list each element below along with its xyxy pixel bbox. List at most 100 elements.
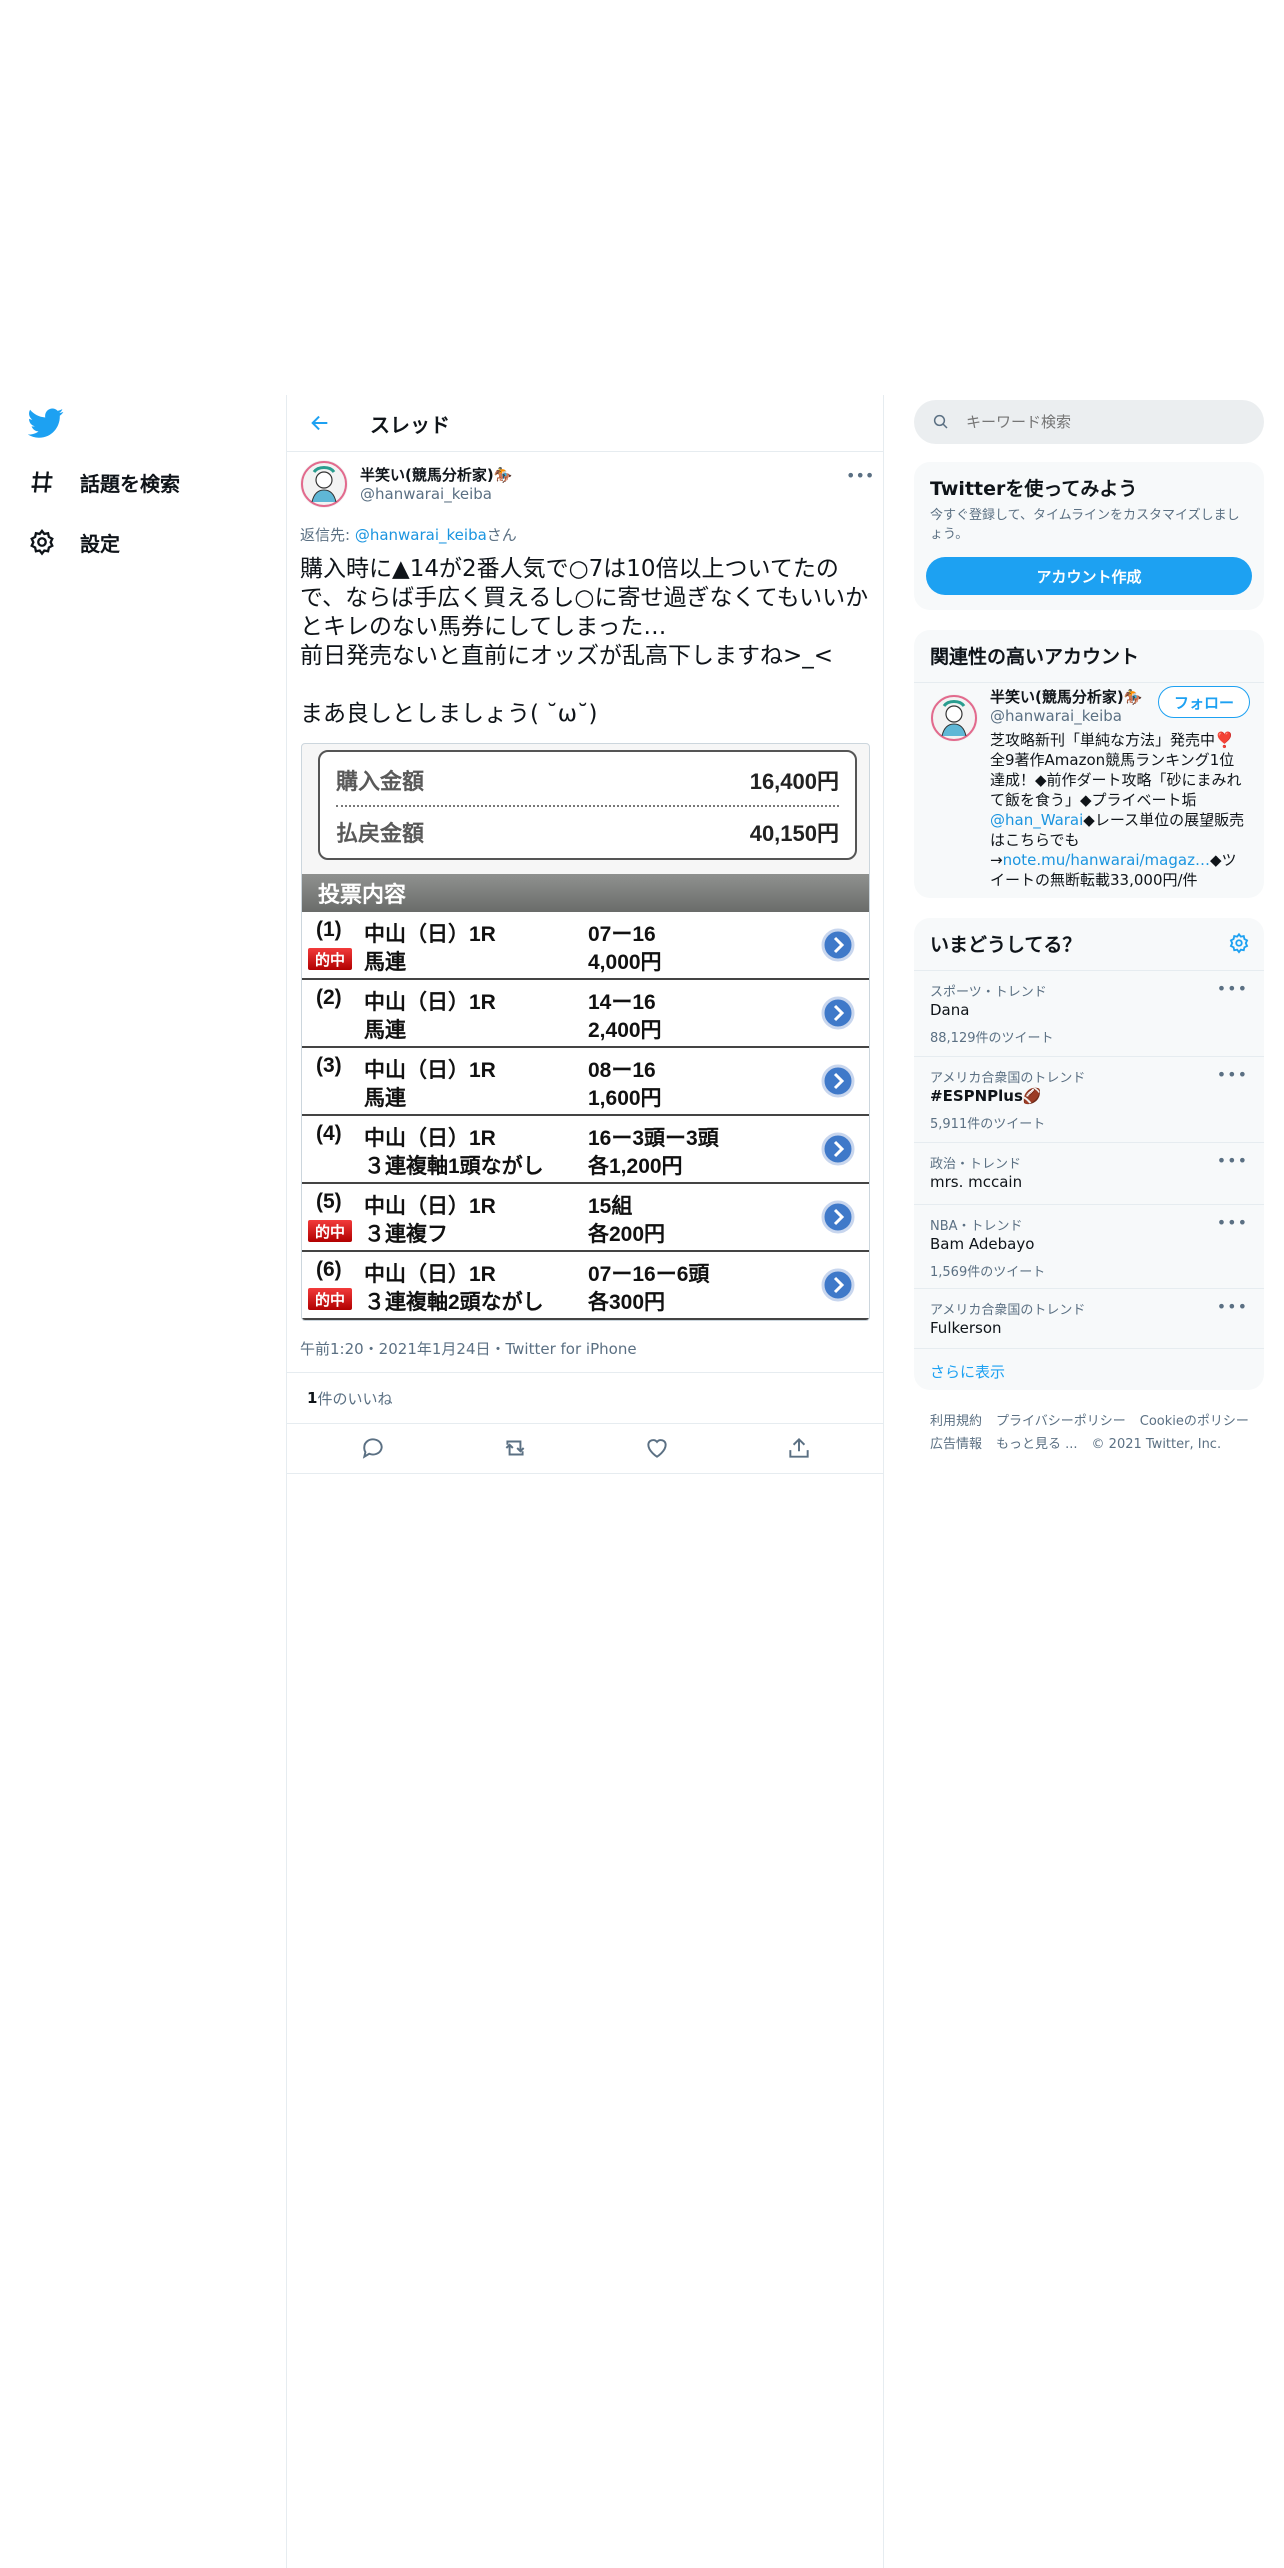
trend-item[interactable]: アメリカ合衆国のトレンド ••• Fulkerson — [914, 1288, 1264, 1349]
trend-name: Fulkerson — [930, 1319, 1002, 1337]
tweet-actions — [287, 1423, 883, 1474]
heart-icon[interactable] — [644, 1435, 670, 1461]
bet-amount: 4,000円 — [588, 951, 662, 974]
like-count: 1 — [307, 1389, 318, 1407]
nav-explore[interactable]: 話題を検索 — [28, 462, 180, 502]
payout-amount: 40,150円 — [749, 821, 839, 846]
bet-combination: 16ー3頭ー3頭 — [588, 1127, 719, 1150]
back-button[interactable] — [300, 403, 340, 443]
tweet-image-ticket[interactable]: 購入金額 16,400円 払戻金額 40,150円 投票内容 (1) 的中 中山… — [301, 743, 870, 1321]
more-options-icon[interactable]: ••• — [846, 466, 874, 485]
trends-card: いまどうしてる？ スポーツ・トレンド ••• Dana 88,129件のツイート… — [914, 918, 1264, 1390]
search-bar[interactable] — [914, 400, 1264, 444]
footer-cookie-link[interactable]: Cookieのポリシー — [1140, 1414, 1249, 1429]
purchase-amount: 16,400円 — [749, 769, 839, 794]
bet-race: 中山（日）1R — [364, 923, 496, 946]
chevron-right-circle-icon[interactable] — [821, 928, 855, 962]
tweet-text: 購入時に▲14が2番人気で○7は10倍以上ついてたので、ならば手広く買えるし○に… — [300, 556, 869, 727]
author-name[interactable]: 半笑い(競馬分析家)🏇 — [360, 464, 512, 485]
chevron-right-circle-icon[interactable] — [821, 1268, 855, 1302]
bet-index: (3) — [316, 1054, 342, 1077]
hit-badge: 的中 — [308, 1288, 352, 1310]
show-more-link[interactable]: さらに表示 — [914, 1348, 1264, 1391]
footer-ads-link[interactable]: 広告情報 — [930, 1437, 982, 1452]
search-icon — [933, 414, 948, 429]
bio-mention-link[interactable]: @han_Warai — [990, 811, 1083, 829]
bio-url-link[interactable]: note.mu/hanwarai/magaz… — [1003, 851, 1210, 869]
gear-icon[interactable] — [1228, 932, 1250, 954]
signup-card: Twitterを使ってみよう 今すぐ登録して、タイムラインをカスタマイズしましょ… — [914, 462, 1264, 610]
bet-type: 馬連 — [364, 1019, 406, 1042]
bet-amount: 各1,200円 — [588, 1155, 683, 1178]
reply-to-link[interactable]: @hanwarai_keiba — [355, 526, 487, 544]
chevron-right-circle-icon[interactable] — [821, 1064, 855, 1098]
bet-section-heading: 投票内容 — [302, 874, 869, 912]
trend-count: 88,129件のツイート — [930, 1031, 1054, 1046]
trend-context: 政治・トレンド — [930, 1157, 1022, 1172]
reply-suffix: さん — [486, 526, 517, 544]
share-icon[interactable] — [786, 1435, 812, 1461]
author-avatar[interactable] — [300, 460, 348, 508]
trend-item[interactable]: アメリカ合衆国のトレンド ••• #ESPNPlus🏈 5,911件のツイート — [914, 1056, 1264, 1143]
search-input[interactable] — [964, 412, 1248, 432]
bet-combination: 07ー16 — [588, 923, 656, 946]
trend-name: Dana — [930, 1001, 970, 1019]
related-title: 関連性の高いアカウント — [930, 646, 1140, 668]
bet-amount: 1,600円 — [588, 1087, 662, 1110]
signup-description: 今すぐ登録して、タイムラインをカスタマイズしましょう。 — [930, 508, 1240, 542]
bet-race: 中山（日）1R — [364, 991, 496, 1014]
create-account-button[interactable]: アカウント作成 — [926, 557, 1252, 595]
chevron-right-circle-icon[interactable] — [821, 1200, 855, 1234]
bet-index: (6) — [316, 1258, 342, 1281]
more-options-icon[interactable]: ••• — [1217, 979, 1248, 998]
trend-name: #ESPNPlus🏈 — [930, 1087, 1042, 1105]
nav-settings[interactable]: 設定 — [28, 522, 120, 562]
bet-row: (1) 的中 中山（日）1R 馬連 07ー16 4,000円 — [302, 912, 869, 980]
footer-terms-link[interactable]: 利用規約 — [930, 1414, 982, 1429]
card-divider — [914, 682, 1264, 683]
bio-text: 芝攻略新刊「単純な方法」発売中❣️全9著作Amazon競馬ランキング1位達成！◆… — [990, 731, 1242, 809]
footer-more-link[interactable]: もっと見る ... — [996, 1437, 1078, 1452]
bet-combination: 08ー16 — [588, 1059, 656, 1082]
related-avatar[interactable] — [930, 694, 978, 742]
chevron-right-circle-icon[interactable] — [821, 996, 855, 1030]
related-accounts-card: 関連性の高いアカウント 半笑い(競馬分析家)🏇 @hanwarai_keiba … — [914, 630, 1264, 898]
reply-icon[interactable] — [360, 1435, 386, 1461]
footer-privacy-link[interactable]: プライバシーポリシー — [996, 1414, 1126, 1429]
bet-race: 中山（日）1R — [364, 1263, 496, 1286]
related-handle[interactable]: @hanwarai_keiba — [990, 707, 1122, 725]
trend-item[interactable]: スポーツ・トレンド ••• Dana 88,129件のツイート — [914, 970, 1264, 1057]
footer-copyright: © 2021 Twitter, Inc. — [1091, 1437, 1222, 1452]
trend-context: NBA・トレンド — [930, 1219, 1023, 1234]
related-name[interactable]: 半笑い(競馬分析家)🏇 — [990, 686, 1142, 707]
trend-item[interactable]: 政治・トレンド ••• mrs. mccain — [914, 1142, 1264, 1205]
follow-button[interactable]: フォロー — [1158, 686, 1250, 718]
bet-index: (1) — [316, 918, 342, 941]
footer-links: 利用規約 プライバシーポリシー Cookieのポリシー — [930, 1410, 1263, 1429]
more-options-icon[interactable]: ••• — [1217, 1151, 1248, 1170]
bet-combination: 07ー16ー6頭 — [588, 1263, 710, 1286]
more-options-icon[interactable]: ••• — [1217, 1297, 1248, 1316]
show-more-label: さらに表示 — [930, 1363, 1006, 1381]
nav-explore-label: 話題を検索 — [80, 471, 180, 496]
bet-type: 馬連 — [364, 1087, 406, 1110]
bet-row: (6) 的中 中山（日）1R ３連複軸2頭ながし 07ー16ー6頭 各300円 — [302, 1252, 869, 1320]
retweet-icon[interactable] — [502, 1435, 528, 1461]
chevron-right-circle-icon[interactable] — [821, 1132, 855, 1166]
bet-row: (2) 中山（日）1R 馬連 14ー16 2,400円 — [302, 980, 869, 1048]
twitter-logo-icon[interactable] — [27, 405, 64, 441]
nav-settings-label: 設定 — [80, 531, 120, 556]
trend-item[interactable]: NBA・トレンド ••• Bam Adebayo 1,569件のツイート — [914, 1204, 1264, 1289]
trend-name: mrs. mccain — [930, 1173, 1023, 1191]
author-handle[interactable]: @hanwarai_keiba — [360, 485, 492, 503]
bet-type: ３連複軸1頭ながし — [364, 1155, 544, 1178]
likes-summary[interactable]: 1 件のいいね — [287, 1372, 883, 1424]
more-options-icon[interactable]: ••• — [1217, 1213, 1248, 1232]
bet-index: (2) — [316, 986, 342, 1009]
like-label: 件のいいね — [317, 1389, 393, 1408]
signup-title: Twitterを使ってみよう — [930, 478, 1138, 500]
related-bio: 芝攻略新刊「単純な方法」発売中❣️全9著作Amazon競馬ランキング1位達成！◆… — [990, 730, 1248, 890]
more-options-icon[interactable]: ••• — [1217, 1065, 1248, 1084]
bet-amount: 2,400円 — [588, 1019, 662, 1042]
tweet-timestamp[interactable]: 午前1:20・2021年1月24日・Twitter for iPhone — [300, 1338, 637, 1359]
